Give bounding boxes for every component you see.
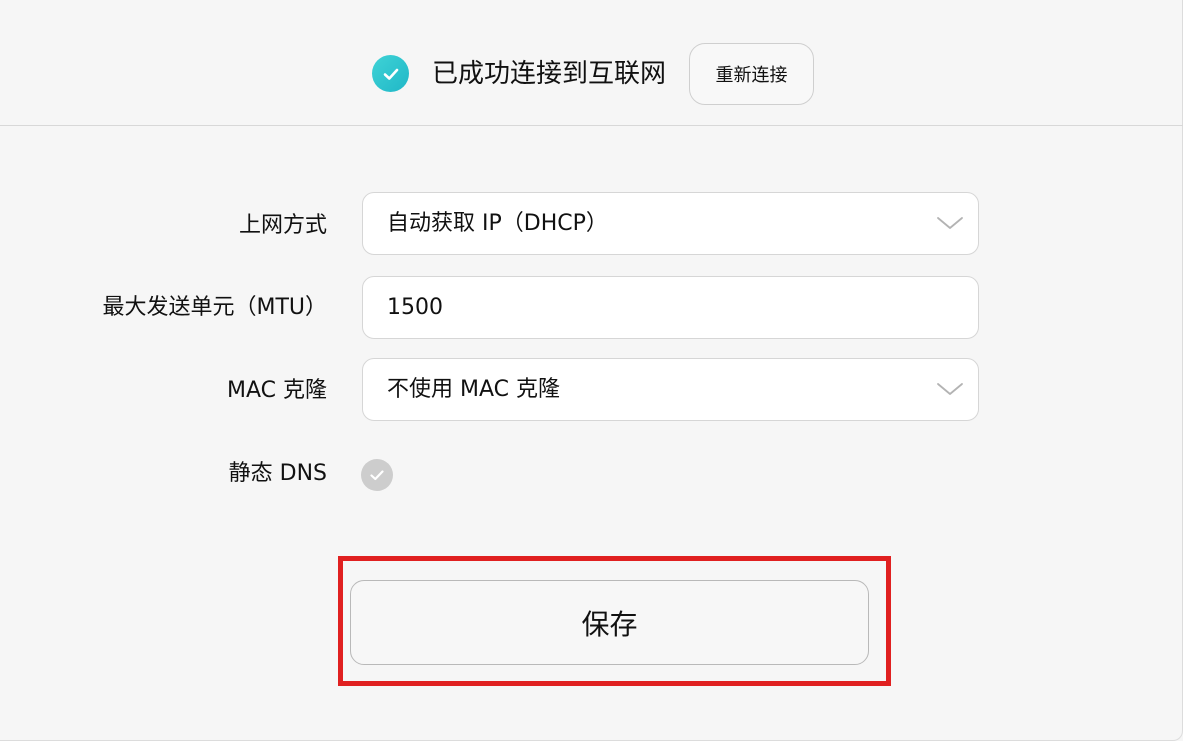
save-button[interactable]: 保存 [350,580,869,665]
network-settings-panel: 已成功连接到互联网 重新连接 上网方式 自动获取 IP（DHCP） 最大发送单元… [0,0,1183,741]
check-circle-icon [370,470,384,481]
connection-type-value: 自动获取 IP（DHCP） [387,211,608,236]
mac-clone-value: 不使用 MAC 克隆 [387,377,560,402]
reconnect-button[interactable]: 重新连接 [689,43,814,105]
static-dns-checkbox[interactable] [361,459,393,491]
mtu-input[interactable]: 1500 [362,276,979,339]
static-dns-label: 静态 DNS [228,461,327,486]
mac-clone-label: MAC 克隆 [227,378,327,403]
connection-status-text: 已成功连接到互联网 [432,59,667,89]
connection-type-label: 上网方式 [238,213,327,238]
connection-status-bar: 已成功连接到互联网 重新连接 [0,0,1183,126]
check-circle-icon [372,55,409,92]
chevron-down-icon [936,375,964,403]
chevron-down-icon [936,209,964,237]
mac-clone-select[interactable]: 不使用 MAC 克隆 [362,358,979,421]
mtu-value: 1500 [387,295,443,320]
mtu-label: 最大发送单元（MTU） [102,295,327,320]
connection-type-select[interactable]: 自动获取 IP（DHCP） [362,192,979,255]
